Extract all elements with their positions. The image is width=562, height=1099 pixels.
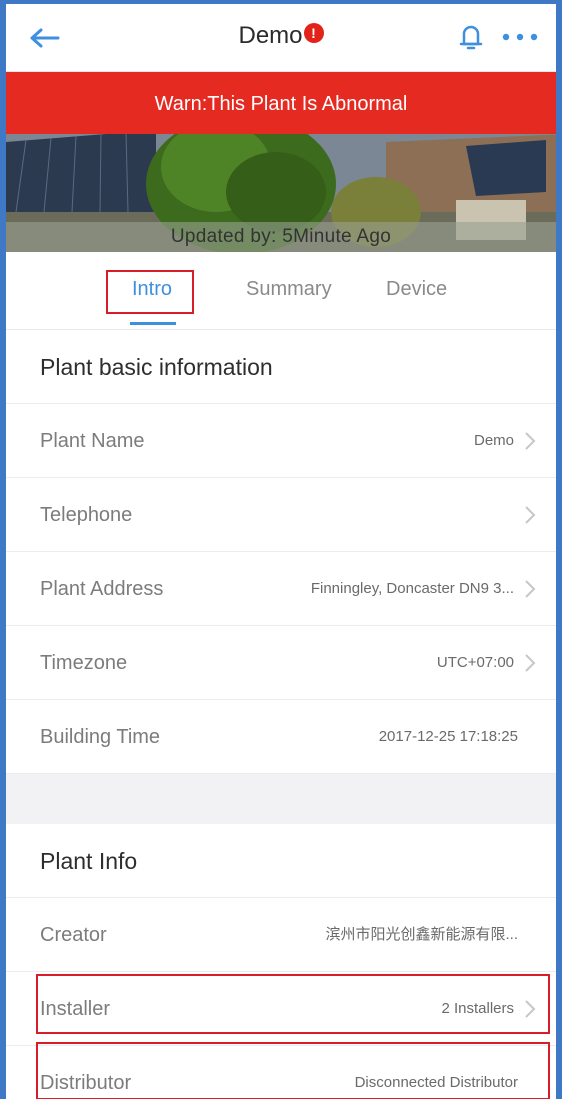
row-building-time: Building Time 2017-12-25 17:18:25 [6, 700, 556, 774]
more-button[interactable] [498, 24, 542, 50]
page-title: Demo [238, 22, 303, 49]
row-plant-name[interactable]: Plant Name Demo [6, 404, 556, 478]
section-divider [6, 774, 556, 824]
bell-icon [459, 25, 483, 50]
abnormal-warning-bar: Warn:This Plant Is Abnormal [6, 72, 556, 134]
row-value: 滨州市阳光创鑫新能源有限... [325, 926, 518, 943]
app-frame: Demo! Warn:This Plant Is Abnormal Update… [0, 0, 562, 1099]
row-label: Telephone [40, 504, 133, 526]
updated-time-text: Updated by: 5Minute Ago [170, 226, 392, 247]
highlight-box-intro [106, 270, 194, 314]
tab-summary[interactable]: Summary [246, 278, 332, 301]
row-label: Timezone [40, 652, 128, 674]
chevron-right-icon [525, 506, 536, 524]
section-title-plant-info: Plant Info [6, 824, 556, 898]
row-value: 2017-12-25 17:18:25 [378, 728, 518, 745]
row-value: Finningley, Doncaster DN9 3... [310, 580, 514, 597]
highlight-box-distributor [36, 1042, 550, 1099]
section-title-basic: Plant basic information [6, 330, 556, 404]
highlight-box-installer [36, 974, 550, 1034]
chevron-right-icon [525, 432, 536, 450]
row-label: Creator [40, 924, 107, 946]
row-label: Building Time [40, 726, 161, 748]
alert-badge[interactable]: ! [303, 23, 324, 43]
more-icon [502, 33, 538, 41]
chevron-right-icon [525, 654, 536, 672]
row-label: Plant Address [40, 578, 164, 600]
row-label: Plant Name [40, 430, 145, 452]
chevron-right-icon [525, 580, 536, 598]
row-value: Demo [473, 432, 514, 449]
active-tab-indicator [130, 322, 176, 325]
top-nav-bar: Demo! [6, 4, 556, 72]
row-value: UTC+07:00 [436, 654, 514, 671]
tab-bar: Intro Summary Device [6, 252, 556, 330]
row-creator: Creator 滨州市阳光创鑫新能源有限... [6, 898, 556, 972]
tab-device[interactable]: Device [386, 278, 447, 301]
notification-button[interactable] [456, 20, 486, 54]
row-plant-address[interactable]: Plant Address Finningley, Doncaster DN9 … [6, 552, 556, 626]
row-timezone[interactable]: Timezone UTC+07:00 [6, 626, 556, 700]
plant-banner: Warn:This Plant Is Abnormal Updated by: … [6, 72, 556, 252]
row-telephone[interactable]: Telephone [6, 478, 556, 552]
